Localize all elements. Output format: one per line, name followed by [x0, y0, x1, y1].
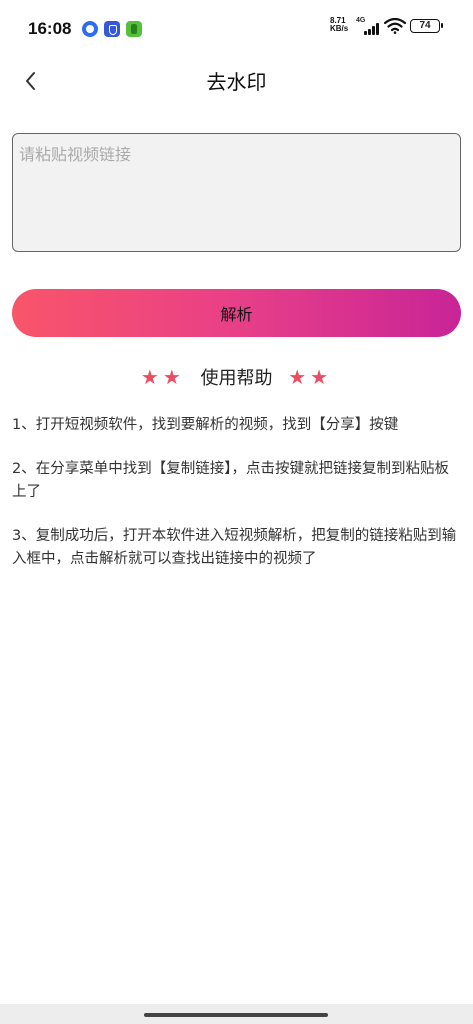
star-icon-right: ★★ [288, 365, 333, 389]
home-indicator[interactable] [144, 1013, 328, 1017]
help-title: 使用帮助 [200, 368, 273, 389]
signal-bar [376, 23, 379, 35]
wifi-icon [383, 17, 407, 34]
network-speed-unit: KB/s [330, 24, 349, 33]
status-bar: 16:08 8.71 KB/s 4G 74 [0, 0, 473, 56]
shield-app-icon [104, 21, 120, 37]
signal-bar [364, 31, 367, 35]
network-speed: 8.71 KB/s [330, 17, 354, 33]
help-header: ★★ 使用帮助 ★★ [0, 364, 473, 390]
nav-header: 去水印 [0, 60, 473, 104]
parse-button[interactable]: 解析 [12, 289, 461, 337]
help-step-3: 3、复制成功后，打开本软件进入短视频解析，把复制的链接粘贴到输入框中，点击解析就… [12, 528, 457, 567]
cellular-signal-icon: 4G [356, 17, 380, 35]
gesture-bar [0, 1004, 473, 1024]
video-link-input[interactable] [12, 133, 461, 252]
status-time: 16:08 [28, 19, 72, 38]
help-step-2: 2、在分享菜单中找到【复制链接】，点击按键就把链接复制到粘贴板上了 [12, 461, 449, 500]
signal-bar [368, 29, 371, 35]
signal-bar [372, 26, 375, 35]
green-app-icon [126, 21, 142, 37]
help-step-1: 1、打开短视频软件，找到要解析的视频，找到【分享】按键 [12, 417, 399, 433]
signal-bars [364, 23, 380, 35]
battery-icon: 74 [410, 19, 443, 33]
page-title: 去水印 [206, 70, 267, 94]
star-icon-left: ★★ [140, 365, 185, 389]
browser-icon [82, 21, 98, 37]
help-steps: 1、打开短视频软件，找到要解析的视频，找到【分享】按键 2、在分享菜单中找到【复… [12, 414, 461, 592]
battery-level: 74 [419, 20, 431, 31]
